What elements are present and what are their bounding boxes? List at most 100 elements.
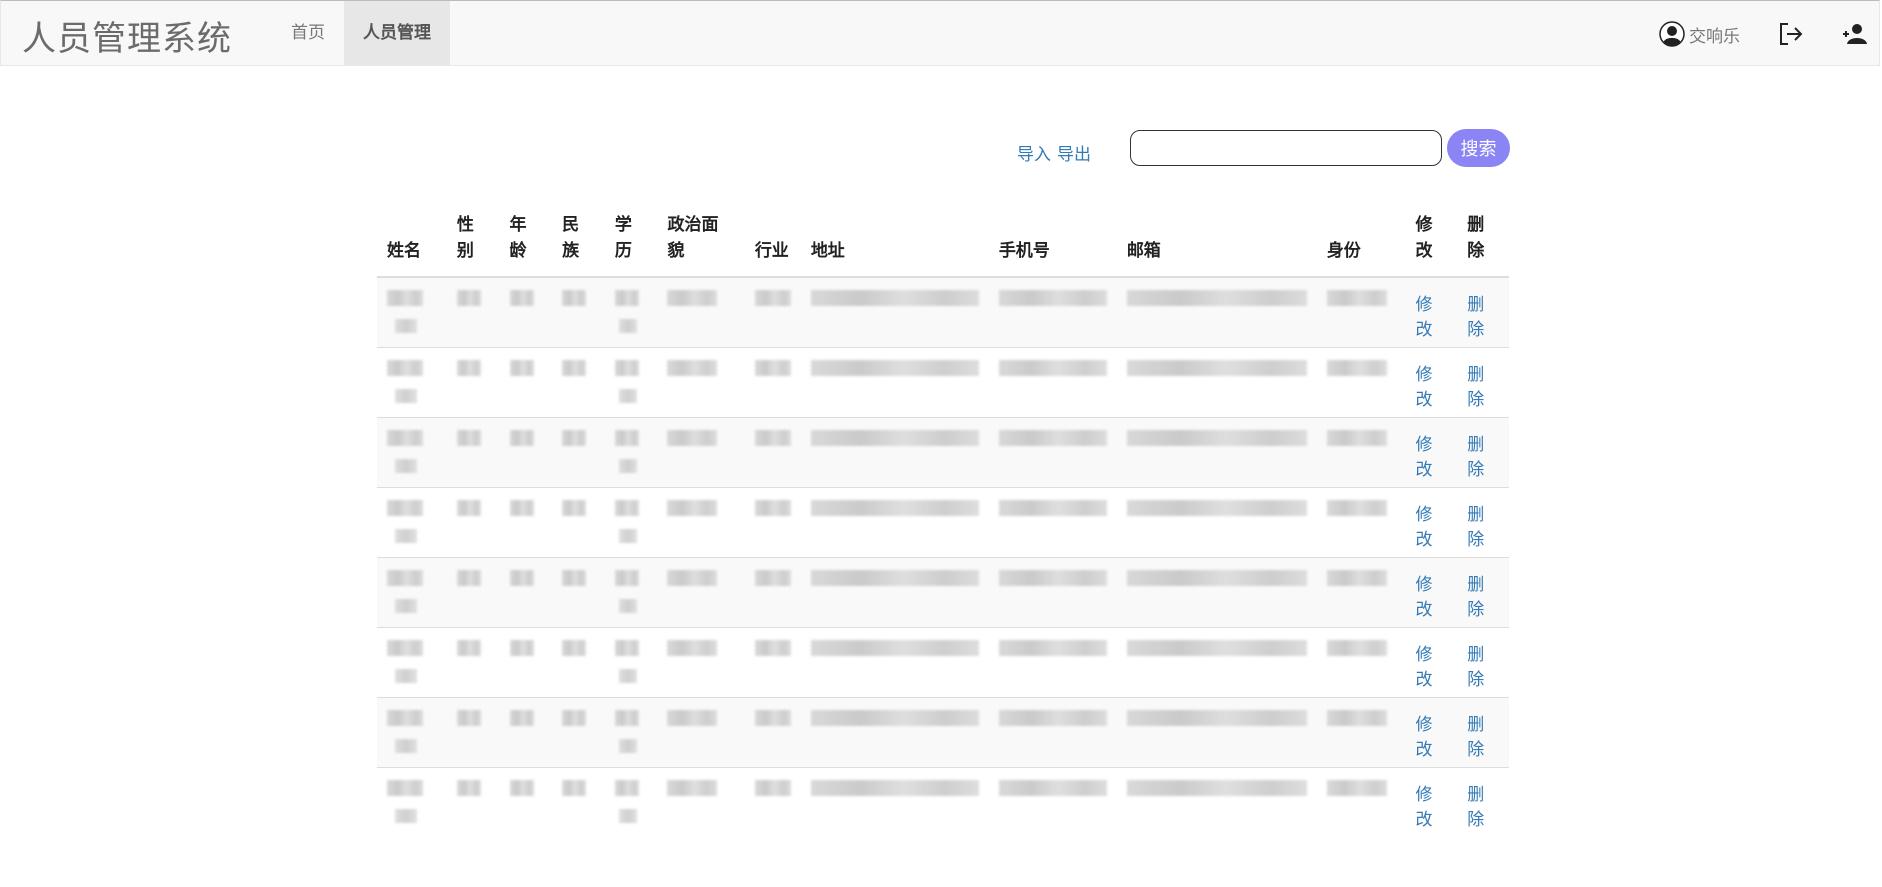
redacted-value [1326,569,1387,586]
edit-link[interactable]: 修改 [1415,505,1432,550]
redacted-value [810,290,979,306]
redacted-value [387,429,423,446]
top-navbar: 人员管理系统 首页 人员管理 交响乐 [0,0,1880,66]
header-political-status: 政治面貌 [657,212,745,278]
redacted-value [614,779,639,796]
cell-ethnicity [552,486,605,557]
logout-icon[interactable] [1778,21,1804,47]
redacted-value [618,598,637,613]
cell-phone [988,346,1117,417]
redacted-value [562,779,587,796]
cell-name [377,766,447,837]
edit-link[interactable]: 修改 [1415,365,1432,410]
cell-education [604,346,658,417]
nav-home[interactable]: 首页 [273,1,343,65]
cell-identity [1316,346,1406,417]
edit-link[interactable]: 修改 [1415,435,1432,480]
redacted-value [754,779,791,796]
app-brand[interactable]: 人员管理系统 [22,11,232,60]
redacted-value [562,639,587,656]
add-user-icon[interactable] [1843,23,1869,45]
cell-gender [446,486,500,557]
redacted-value [1126,779,1307,796]
cell-political-status [657,556,745,627]
cell-political-status [657,416,745,487]
redacted-value [998,429,1107,446]
search-button[interactable]: 搜索 [1447,129,1510,167]
redacted-value [509,290,534,306]
edit-link[interactable]: 修改 [1415,575,1432,620]
export-link[interactable]: 导出 [1057,145,1091,165]
cell-industry [744,766,801,837]
redacted-value [998,779,1107,796]
user-menu[interactable]: 交响乐 [1659,21,1740,47]
redacted-value [1326,639,1387,656]
redacted-value [387,569,423,586]
delete-link[interactable]: 删除 [1467,575,1484,620]
edit-link[interactable]: 修改 [1415,715,1432,760]
cell-gender [446,556,500,627]
redacted-value [395,808,417,823]
cell-email [1116,556,1317,627]
cell-delete: 删除 [1457,766,1509,837]
cell-edit: 修改 [1405,276,1458,347]
delete-link[interactable]: 删除 [1467,435,1484,480]
redacted-value [1126,290,1307,306]
table-row: 修改 删除 [377,486,1509,557]
redacted-value [667,429,718,446]
cell-gender [446,696,500,767]
cell-education [604,556,658,627]
cell-edit: 修改 [1405,346,1458,417]
redacted-value [754,639,791,656]
cell-identity [1316,766,1406,837]
edit-link[interactable]: 修改 [1415,785,1432,830]
redacted-value [456,639,481,656]
delete-link[interactable]: 删除 [1467,505,1484,550]
redacted-value [614,290,639,306]
redacted-value [618,458,637,473]
redacted-value [562,429,587,446]
cell-phone [988,416,1117,487]
redacted-value [614,499,639,516]
search-input[interactable] [1130,130,1442,166]
cell-ethnicity [552,346,605,417]
redacted-value [667,499,718,516]
redacted-value [387,779,423,796]
cell-edit: 修改 [1405,486,1458,557]
redacted-value [562,709,587,726]
header-education: 学历 [604,212,658,278]
redacted-value [998,709,1107,726]
redacted-value [562,359,587,376]
delete-link[interactable]: 删除 [1467,645,1484,690]
import-link[interactable]: 导入 [1017,145,1051,165]
delete-link[interactable]: 删除 [1467,785,1484,830]
delete-link[interactable]: 删除 [1467,365,1484,410]
cell-delete: 删除 [1457,276,1509,347]
user-name: 交响乐 [1689,26,1740,47]
redacted-value [1326,779,1387,796]
redacted-value [667,290,718,306]
redacted-value [998,290,1107,306]
cell-industry [744,696,801,767]
redacted-value [667,639,718,656]
cell-political-status [657,486,745,557]
cell-education [604,626,658,697]
redacted-value [810,639,979,656]
cell-ethnicity [552,276,605,347]
nav-people-management[interactable]: 人员管理 [344,1,450,65]
delete-link[interactable]: 删除 [1467,295,1484,340]
redacted-value [754,709,791,726]
redacted-value [614,359,639,376]
redacted-value [1326,290,1387,306]
redacted-value [754,290,791,306]
cell-edit: 修改 [1405,626,1458,697]
cell-address [800,486,989,557]
cell-ethnicity [552,556,605,627]
cell-industry [744,346,801,417]
edit-link[interactable]: 修改 [1415,295,1432,340]
redacted-value [395,528,417,543]
redacted-value [456,779,481,796]
redacted-value [1126,709,1307,726]
edit-link[interactable]: 修改 [1415,645,1432,690]
delete-link[interactable]: 删除 [1467,715,1484,760]
